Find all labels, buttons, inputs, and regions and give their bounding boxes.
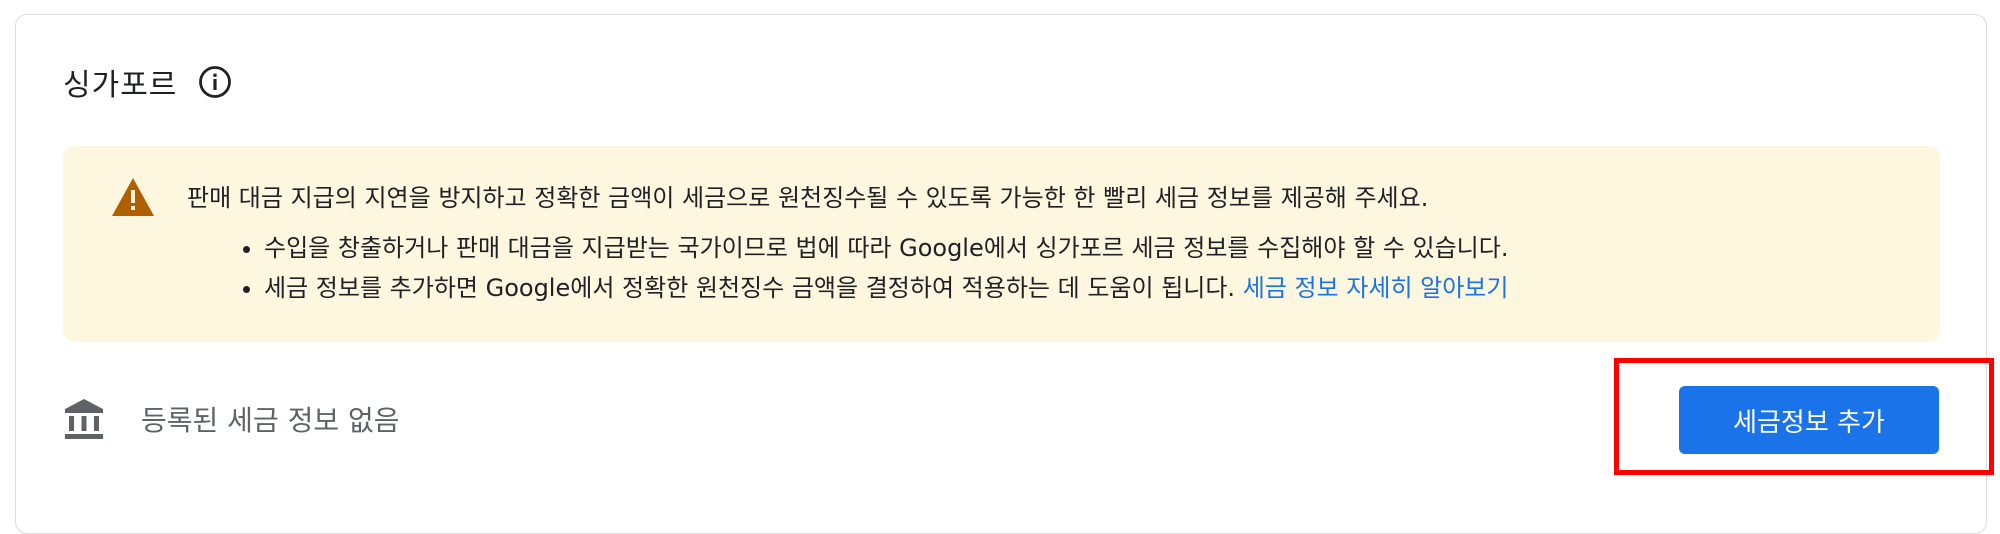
section-header: 싱가포르 <box>63 60 233 104</box>
learn-more-link[interactable]: 세금 정보 자세히 알아보기 <box>1243 274 1509 302</box>
warning-bullet: 수입을 창출하거나 판매 대금을 지급받는 국가이므로 법에 따라 Google… <box>264 228 1508 268</box>
warning-bullet-text: 수입을 창출하거나 판매 대금을 지급받는 국가이므로 법에 따라 Google… <box>264 234 1509 262</box>
add-tax-info-button[interactable]: 세금정보 추가 <box>1679 386 1939 454</box>
warning-banner: 판매 대금 지급의 지연을 방지하고 정확한 금액이 세금으로 원천징수될 수 … <box>63 146 1940 342</box>
info-icon[interactable] <box>197 64 233 100</box>
warning-icon <box>110 176 156 218</box>
warning-heading: 판매 대금 지급의 지연을 방지하고 정확한 금액이 세금으로 원천징수될 수 … <box>187 184 1429 212</box>
warning-bullet: 세금 정보를 추가하면 Google에서 정확한 원천징수 금액을 결정하여 적… <box>264 268 1508 308</box>
tax-info-status-row: 등록된 세금 정보 없음 <box>63 394 400 444</box>
warning-bullet-list: 수입을 창출하거나 판매 대금을 지급받는 국가이므로 법에 따라 Google… <box>238 228 1508 308</box>
no-tax-info-text: 등록된 세금 정보 없음 <box>141 404 400 437</box>
page-title: 싱가포르 <box>63 68 178 103</box>
bank-icon <box>63 397 105 441</box>
warning-bullet-text: 세금 정보를 추가하면 Google에서 정확한 원천징수 금액을 결정하여 적… <box>264 274 1236 302</box>
